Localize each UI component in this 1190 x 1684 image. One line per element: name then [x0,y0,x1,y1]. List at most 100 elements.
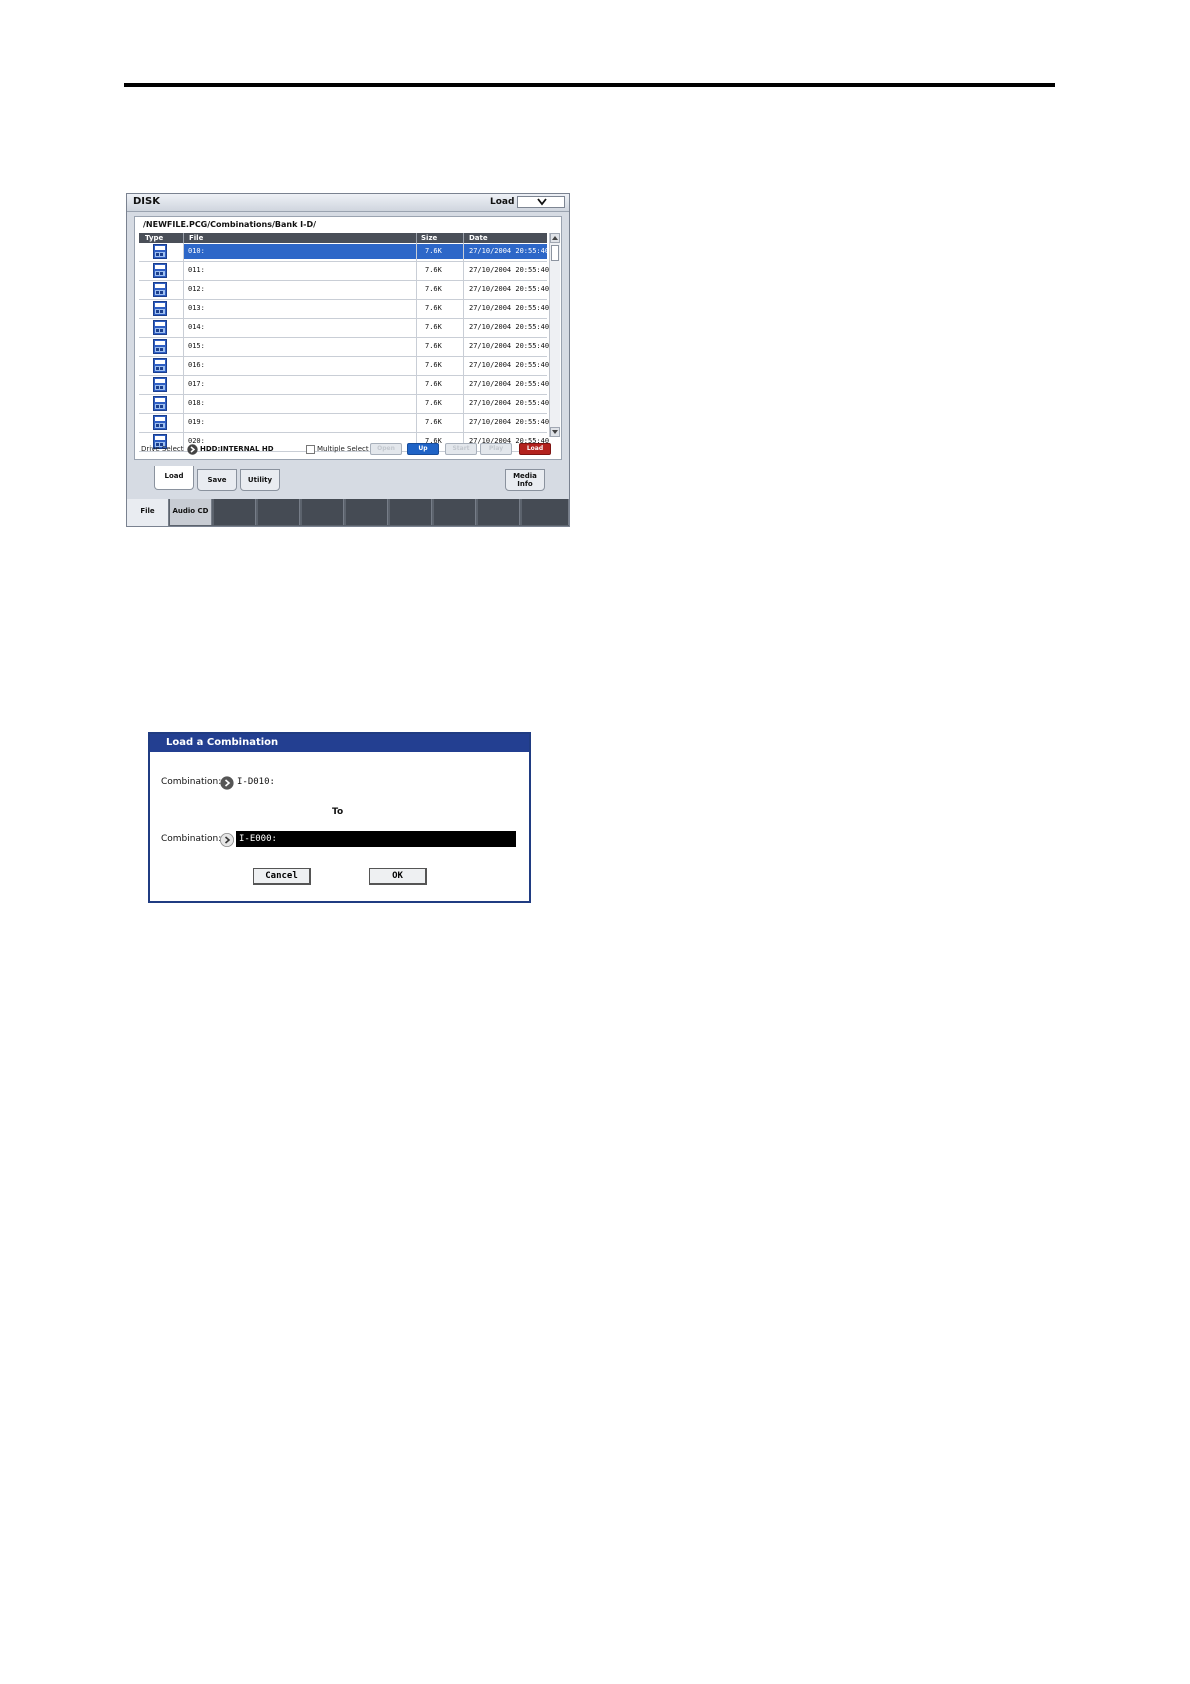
page-tab-empty [434,499,476,525]
file-date: 27/10/2004 20:55:40 [469,304,550,312]
file-name: 011: [188,266,205,274]
file-size: 7.6K [417,244,463,259]
ok-button[interactable]: OK [369,868,427,885]
destination-combination-field[interactable]: I-E000: [236,831,516,847]
tab-utility[interactable]: Utility [240,469,280,491]
page-tab-empty [346,499,388,525]
destination-combination-label: Combination: [161,834,222,844]
multiple-select-label: Multiple Select [317,445,369,453]
table-row[interactable]: 010: 7.6K 27/10/2004 20:55:40 [139,243,549,262]
file-size: 7.6K [425,361,442,369]
file-size: 7.6K [425,266,442,274]
disk-screen: DISK Load /NEWFILE.PCG/Combinations/Bank… [126,193,570,527]
load-button[interactable]: Load [519,443,551,455]
column-file: File [189,234,204,242]
scroll-up-button[interactable] [550,233,560,243]
column-date: Date [469,234,488,242]
page-top-rule [124,83,1055,87]
file-browser: /NEWFILE.PCG/Combinations/Bank I-D/ Type… [134,216,562,460]
table-row[interactable]: 013: 7.6K 27/10/2004 20:55:40 [139,300,550,319]
table-row[interactable]: 017: 7.6K 27/10/2004 20:55:40 [139,376,550,395]
tab-save[interactable]: Save [197,469,237,491]
pcg-file-icon [153,358,167,373]
file-name: 018: [188,399,205,407]
vertical-scrollbar[interactable] [549,233,560,437]
page-tab-empty [302,499,344,525]
pcg-file-icon [153,396,167,411]
cancel-button[interactable]: Cancel [253,868,311,885]
scroll-thumb[interactable] [551,245,559,261]
file-name: 015: [188,342,205,350]
popup-arrow-icon[interactable] [187,444,198,455]
file-date: 27/10/2004 20:55:40 [469,418,550,426]
file-date: 27/10/2004 20:55:40 [469,380,550,388]
to-label: To [332,807,344,817]
table-row[interactable]: 011: 7.6K 27/10/2004 20:55:40 [139,262,550,281]
file-rows: 010: 7.6K 27/10/2004 20:55:40 011: 7.6K 27/10… [139,243,550,452]
page-tab-bar: File Audio CD [127,499,569,526]
file-size: 7.6K [425,285,442,293]
start-button[interactable]: Start [445,443,477,455]
file-name: 010: [184,244,416,259]
popup-arrow-icon[interactable] [220,833,234,847]
table-row[interactable]: 016: 7.6K 27/10/2004 20:55:40 [139,357,550,376]
media-info-line2: Info [517,480,533,488]
pcg-file-icon [153,377,167,392]
drive-row: Drive Select HDD:INTERNAL HD Multiple Se… [139,443,559,457]
file-date: 27/10/2004 20:55:40 [469,285,550,293]
file-size: 7.6K [425,380,442,388]
pcg-file-icon [153,301,167,316]
disk-header: DISK Load [127,194,569,212]
scroll-down-button[interactable] [550,427,560,437]
popup-arrow-icon[interactable] [220,776,234,790]
table-row[interactable]: 012: 7.6K 27/10/2004 20:55:40 [139,281,550,300]
file-size: 7.6K [425,418,442,426]
file-name: 019: [188,418,205,426]
up-button[interactable]: Up [407,443,439,455]
page-menu-label: Load [490,197,515,207]
drive-select-value[interactable]: HDD:INTERNAL HD [200,445,274,453]
table-row[interactable]: 015: 7.6K 27/10/2004 20:55:40 [139,338,550,357]
chevron-down-icon [537,198,547,206]
page-tab-empty [522,499,569,525]
column-size: Size [421,234,438,242]
file-date: 27/10/2004 20:55:40 [469,361,550,369]
page-tab-empty [258,499,300,525]
column-type: Type [145,234,164,242]
file-size: 7.6K [425,323,442,331]
page-tab-empty [478,499,520,525]
page-tab-audio-cd[interactable]: Audio CD [170,499,212,525]
multiple-select-checkbox[interactable] [306,445,315,454]
media-info-line1: Media [513,472,537,480]
pcg-file-icon [153,339,167,354]
pcg-file-icon [153,320,167,335]
file-date: 27/10/2004 20:55:40 [464,244,549,259]
current-path: /NEWFILE.PCG/Combinations/Bank I-D/ [143,220,317,229]
file-size: 7.6K [425,304,442,312]
triangle-down-icon [552,430,558,434]
source-combination-label: Combination: [161,777,222,787]
file-name: 017: [188,380,205,388]
load-combination-dialog: Load a Combination Combination: I-D010: … [148,732,531,903]
page-tab-file[interactable]: File [127,499,169,526]
file-date: 27/10/2004 20:55:40 [469,266,550,274]
file-name: 014: [188,323,205,331]
pcg-file-icon [153,244,167,259]
open-button[interactable]: Open [370,443,402,455]
table-row[interactable]: 014: 7.6K 27/10/2004 20:55:40 [139,319,549,338]
page-menu-button[interactable] [517,196,565,208]
page-tab-empty [390,499,432,525]
table-row[interactable]: 018: 7.6K 27/10/2004 20:55:40 [139,395,549,414]
tab-media-info[interactable]: Media Info [505,469,545,491]
play-button[interactable]: Play [480,443,512,455]
triangle-up-icon [552,236,558,240]
file-name: 013: [188,304,205,312]
file-name: 016: [188,361,205,369]
tab-load[interactable]: Load [154,466,194,490]
file-name: 012: [188,285,205,293]
file-date: 27/10/2004 20:55:40 [469,342,550,350]
source-combination-value[interactable]: I-D010: [237,777,275,787]
screen-title: DISK [133,196,160,207]
table-row[interactable]: 019: 7.6K 27/10/2004 20:55:40 [139,414,550,433]
pcg-file-icon [153,263,167,278]
